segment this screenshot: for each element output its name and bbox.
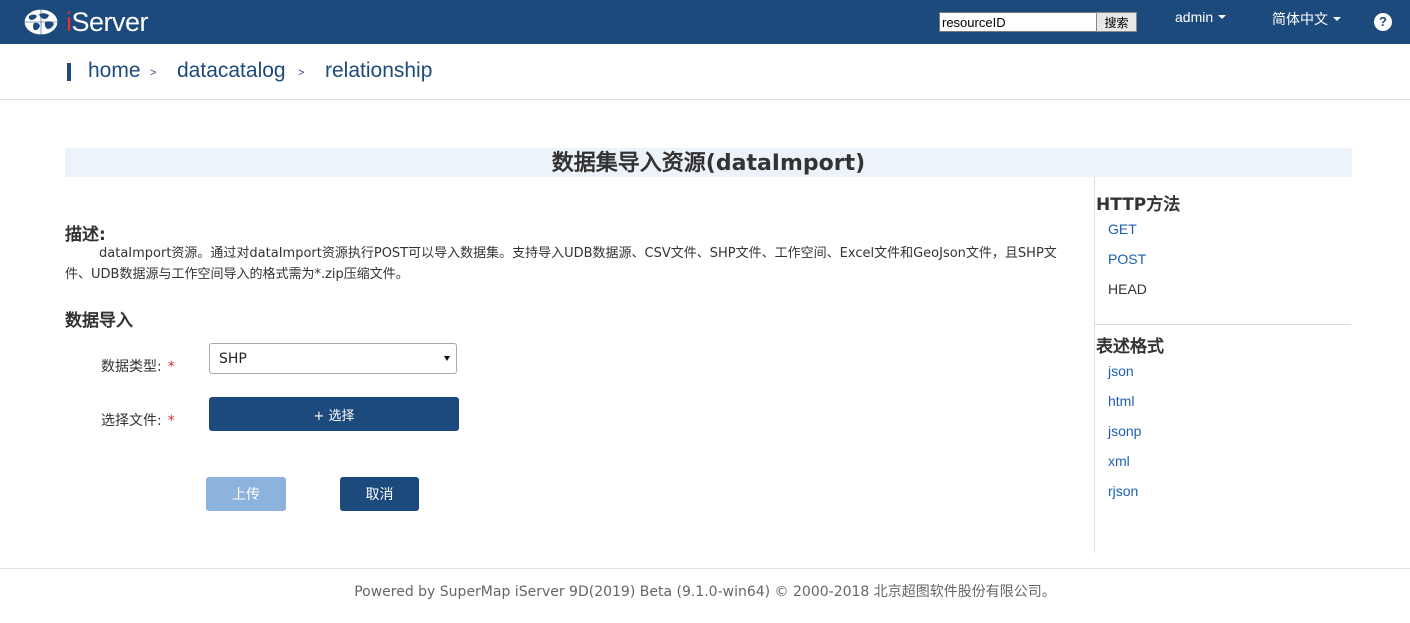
dropdown-arrow-icon <box>444 356 450 361</box>
top-bar: iServer 搜索 admin 简体中文 ? <box>0 0 1410 44</box>
breadcrumb-marker <box>67 63 71 81</box>
method-post-link[interactable]: POST <box>1108 251 1146 267</box>
format-xml-link[interactable]: xml <box>1108 453 1130 469</box>
chevron-down-icon <box>1218 15 1227 19</box>
method-get-link[interactable]: GET <box>1108 221 1137 237</box>
search-input[interactable] <box>939 12 1099 32</box>
formats-heading: 表述格式 <box>1096 337 1164 357</box>
data-type-select[interactable]: SHP <box>209 343 457 374</box>
title-band: 数据集导入资源(dataImport) <box>65 148 1352 177</box>
logo-text: iServer <box>66 6 149 37</box>
breadcrumb-relationship[interactable]: relationship <box>325 59 432 83</box>
required-mark: * <box>167 359 175 375</box>
file-label: 选择文件: * <box>101 410 175 430</box>
breadcrumb-home[interactable]: home <box>88 59 141 83</box>
footer: Powered by SuperMap iServer 9D(2019) Bet… <box>0 568 1410 623</box>
data-type-label: 数据类型: * <box>101 356 175 376</box>
format-html-link[interactable]: html <box>1108 393 1134 409</box>
import-heading: 数据导入 <box>65 311 133 331</box>
data-type-value: SHP <box>219 351 247 367</box>
language-menu[interactable]: 简体中文 <box>1272 9 1341 29</box>
choose-file-button[interactable]: + 选择 <box>209 397 459 431</box>
format-json-link[interactable]: json <box>1108 363 1134 379</box>
user-menu-label: admin <box>1175 9 1214 25</box>
language-menu-label: 简体中文 <box>1272 11 1328 27</box>
breadcrumb-separator: > <box>150 67 157 79</box>
globe-logo-icon <box>23 8 59 36</box>
required-mark: * <box>167 413 175 429</box>
format-jsonp-link[interactable]: jsonp <box>1108 423 1141 439</box>
user-menu[interactable]: admin <box>1175 9 1227 25</box>
data-type-label-text: 数据类型: <box>101 359 162 375</box>
method-head: HEAD <box>1108 281 1147 297</box>
breadcrumb-datacatalog[interactable]: datacatalog <box>177 59 286 83</box>
search-button[interactable]: 搜索 <box>1096 12 1137 32</box>
format-rjson-link[interactable]: rjson <box>1108 483 1138 499</box>
description-text: dataImport资源。通过对dataImport资源执行POST可以导入数据… <box>65 246 1057 282</box>
logo[interactable]: iServer <box>22 6 149 38</box>
file-label-text: 选择文件: <box>101 413 162 429</box>
sidebar-separator <box>1095 324 1351 325</box>
description-heading: 描述: <box>65 225 106 245</box>
upload-button[interactable]: 上传 <box>206 477 286 511</box>
chevron-down-icon <box>1333 17 1341 21</box>
footer-text: Powered by SuperMap iServer 9D(2019) Bet… <box>354 584 1056 600</box>
breadcrumb-separator: > <box>298 67 305 79</box>
sidebar-divider <box>1094 177 1095 553</box>
page-title: 数据集导入资源(dataImport) <box>551 151 866 176</box>
http-methods-heading: HTTP方法 <box>1096 195 1181 215</box>
help-icon[interactable]: ? <box>1374 13 1392 31</box>
cancel-button[interactable]: 取消 <box>340 477 419 511</box>
